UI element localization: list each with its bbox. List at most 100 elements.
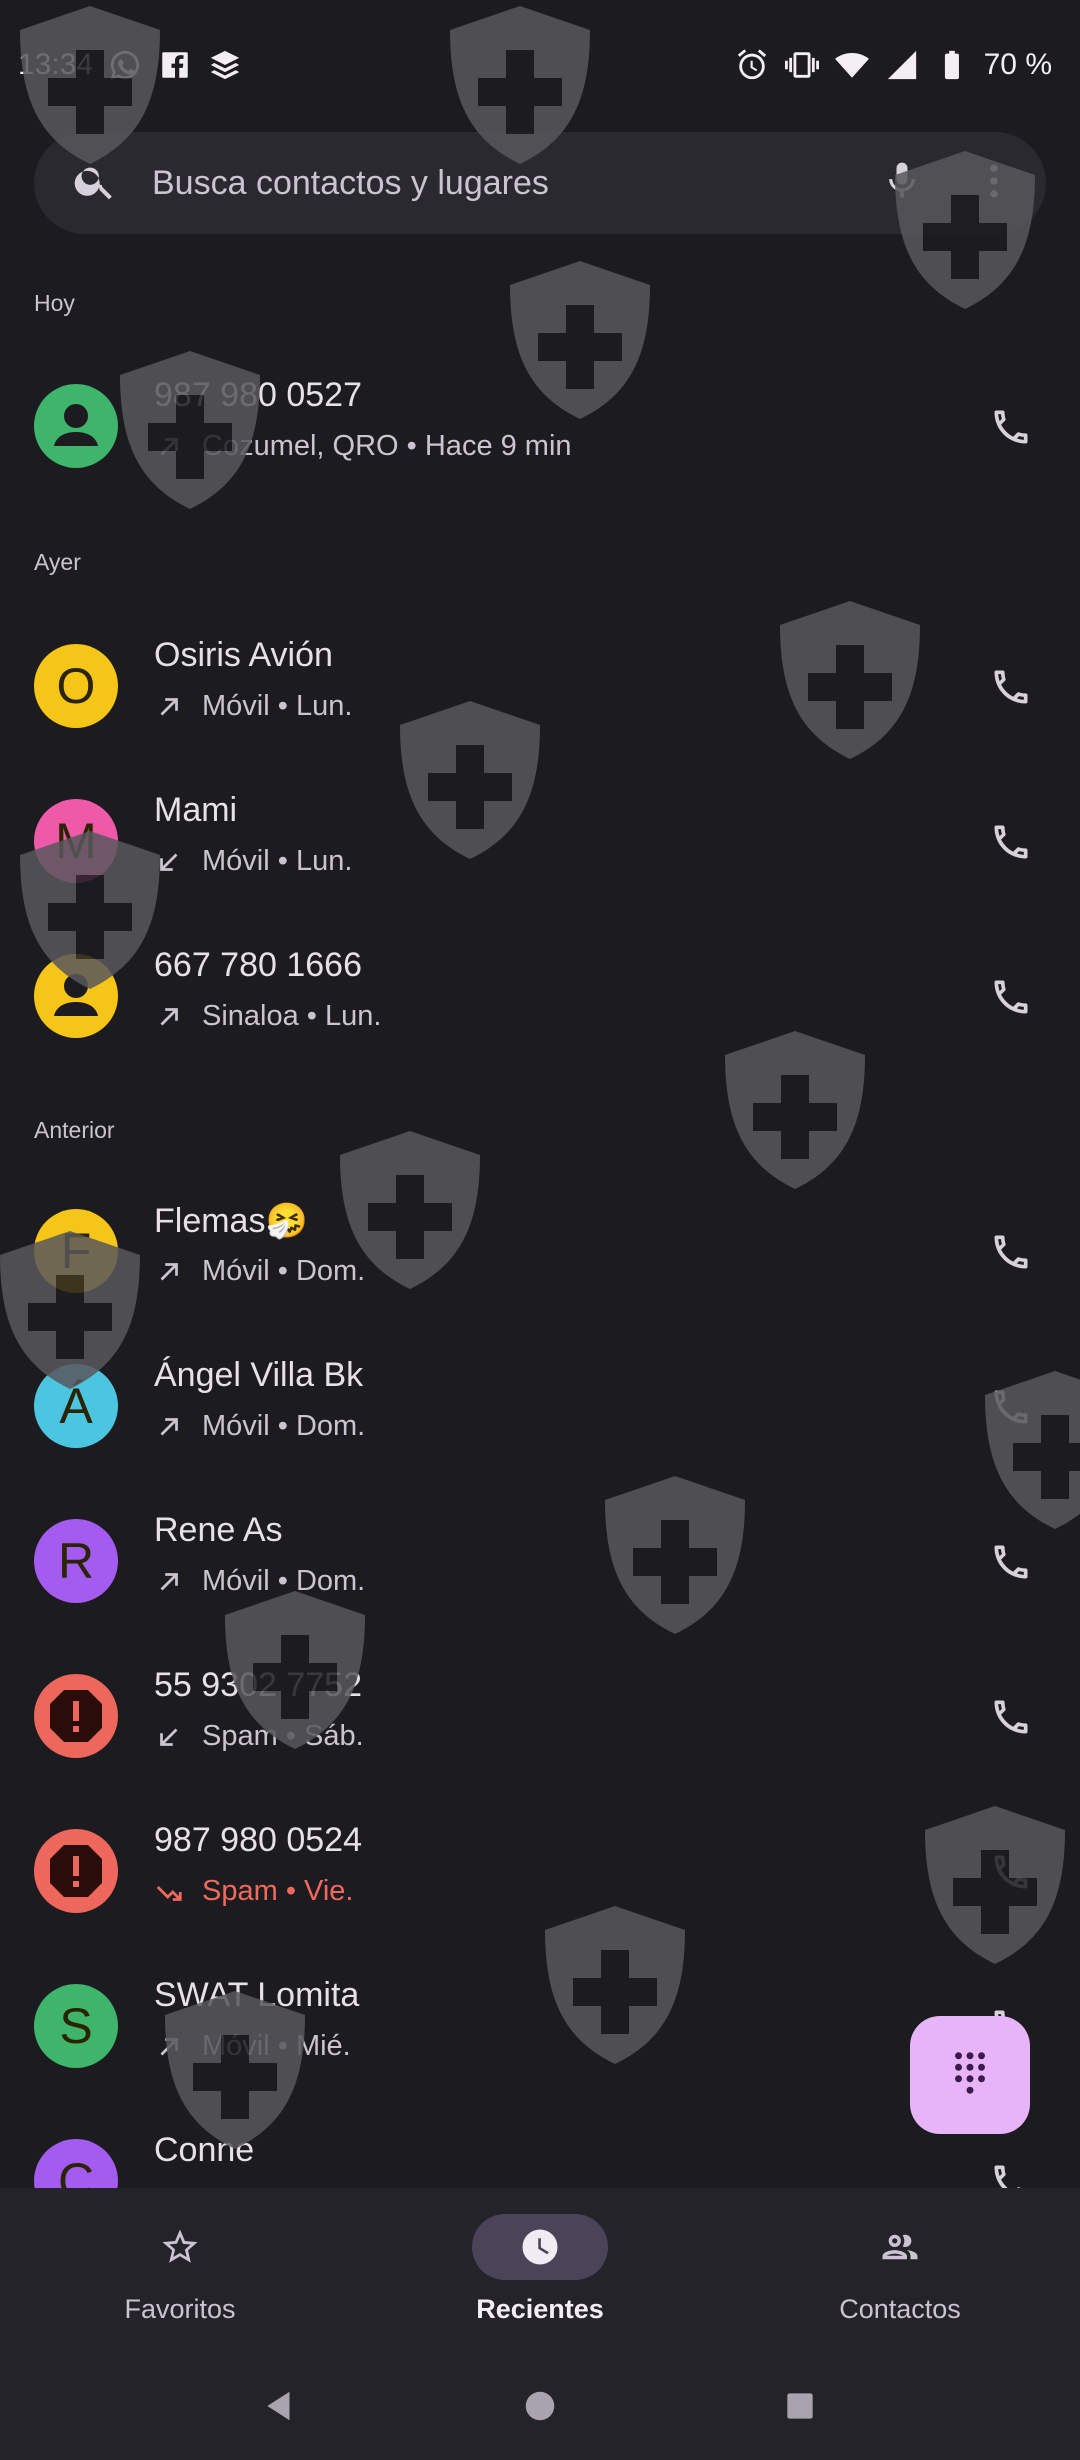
nav-contacts-label: Contactos: [839, 2294, 961, 2324]
system-navigation: [0, 2356, 1080, 2460]
signal-icon: [884, 47, 920, 83]
incoming-call-icon: [154, 847, 184, 877]
caller-name: Ángel Villa Bk: [154, 1356, 364, 1394]
contact-avatar[interactable]: Á: [34, 1364, 118, 1448]
call-detail-text: Spam • Sáb.: [202, 1720, 364, 1752]
phone-call-icon[interactable]: [976, 1682, 1046, 1752]
call-log-row[interactable]: Á Ángel Villa Bk Móvil • Dom.: [0, 1330, 1080, 1485]
call-log-row[interactable]: 667 780 1666 Sinaloa • Lun.: [0, 920, 1080, 1075]
call-details: Móvil • Dom.: [154, 1410, 365, 1443]
call-details: Móvil • Dom.: [154, 1255, 365, 1288]
section-header-earlier: Anterior: [34, 1117, 115, 1143]
search-bar[interactable]: [34, 132, 1046, 234]
outgoing-call-icon: [154, 1002, 184, 1032]
section-header-today: Hoy: [34, 290, 75, 316]
people-icon: [832, 2214, 968, 2280]
call-detail-text: Móvil • Lun.: [202, 690, 353, 722]
call-log-row[interactable]: M Mami Móvil • Lun.: [0, 765, 1080, 920]
battery-level: 70 %: [983, 48, 1052, 81]
search-input[interactable]: [152, 163, 880, 203]
status-time: 13:34: [18, 48, 94, 81]
caller-name: 987 980 0527: [154, 376, 362, 414]
caller-name: 667 780 1666: [154, 946, 362, 984]
outgoing-call-icon: [154, 692, 184, 722]
phone-call-icon[interactable]: [976, 1837, 1046, 1907]
call-log-row[interactable]: 987 980 0524 Spam • Vie.: [0, 1795, 1080, 1950]
dialpad-icon: [947, 2050, 993, 2101]
caller-name: SWAT Lomita: [154, 1976, 360, 2014]
spam-alert-icon[interactable]: [34, 1674, 118, 1758]
phone-call-icon[interactable]: [976, 1217, 1046, 1287]
nav-contacts[interactable]: Contactos: [720, 2188, 1080, 2356]
call-details: Móvil • Lun.: [154, 845, 352, 878]
nav-recents-label: Recientes: [476, 2294, 604, 2324]
caller-name: 55 9302 7752: [154, 1666, 362, 1704]
call-detail-text: Móvil • Dom.: [202, 1565, 366, 1597]
call-detail-text: Spam • Vie.: [202, 1875, 354, 1907]
call-log-row[interactable]: 987 980 0527 Cozumel, QRO • Hace 9 min: [0, 350, 1080, 505]
phone-call-icon[interactable]: [976, 652, 1046, 722]
alarm-icon: [734, 47, 770, 83]
outgoing-call-icon: [154, 1567, 184, 1597]
call-details: Cozumel, QRO • Hace 9 min: [154, 430, 572, 463]
bottom-navigation: Favoritos Recientes Contactos: [0, 2188, 1080, 2356]
dialpad-fab[interactable]: [910, 2016, 1030, 2134]
call-details: Spam • Vie.: [154, 1875, 353, 1908]
buffer-icon: [207, 47, 243, 83]
contact-avatar[interactable]: O: [34, 644, 118, 728]
home-icon[interactable]: [521, 2387, 559, 2430]
call-details: Móvil • Dom.: [154, 1565, 365, 1598]
call-detail-text: Móvil • Lun.: [202, 845, 353, 877]
phone-call-icon[interactable]: [976, 392, 1046, 462]
nav-favorites[interactable]: Favoritos: [0, 2188, 360, 2356]
call-detail-text: Móvil • Dom.: [202, 1255, 366, 1287]
outgoing-call-icon: [154, 1412, 184, 1442]
status-right: 70 %: [734, 47, 1052, 83]
call-details: Móvil • Mié.: [154, 2030, 351, 2063]
whatsapp-icon: [107, 47, 143, 83]
call-details: Spam • Sáb.: [154, 1720, 364, 1753]
contact-avatar[interactable]: M: [34, 799, 118, 883]
facebook-icon: [157, 47, 193, 83]
contact-avatar[interactable]: R: [34, 1519, 118, 1603]
nav-recents[interactable]: Recientes: [360, 2188, 720, 2356]
phone-call-icon[interactable]: [976, 1372, 1046, 1442]
caller-name: Rene As: [154, 1511, 283, 1549]
call-detail-text: Cozumel, QRO • Hace 9 min: [202, 430, 572, 462]
section-header-yesterday: Ayer: [34, 549, 81, 575]
call-log-row[interactable]: O Osiris Avión Móvil • Lun.: [0, 610, 1080, 765]
missed-call-icon: [154, 1877, 184, 1907]
call-details: Sinaloa • Lun.: [154, 1000, 381, 1033]
battery-icon: [934, 47, 970, 83]
recents-apps-icon[interactable]: [781, 2387, 819, 2430]
back-icon[interactable]: [261, 2387, 299, 2430]
person-avatar-icon[interactable]: [34, 384, 118, 468]
incoming-call-icon: [154, 1722, 184, 1752]
call-details: Móvil • Lun.: [154, 690, 352, 723]
phone-call-icon[interactable]: [976, 807, 1046, 877]
call-log-row[interactable]: 55 9302 7752 Spam • Sáb.: [0, 1640, 1080, 1795]
caller-name: 987 980 0524: [154, 1821, 362, 1859]
person-avatar-icon[interactable]: [34, 954, 118, 1038]
call-log-row[interactable]: R Rene As Móvil • Dom.: [0, 1485, 1080, 1640]
nav-favorites-label: Favoritos: [124, 2294, 236, 2324]
clock-icon: [472, 2214, 608, 2280]
call-log-row[interactable]: F Flemas🤧 Móvil • Dom.: [0, 1175, 1080, 1330]
contact-avatar[interactable]: F: [34, 1209, 118, 1293]
search-icon[interactable]: [72, 158, 118, 209]
phone-call-icon[interactable]: [976, 962, 1046, 1032]
contact-avatar[interactable]: S: [34, 1984, 118, 2068]
status-bar: 13:34 70 %: [0, 0, 1080, 130]
caller-name: Flemas🤧: [154, 1202, 308, 1240]
wifi-icon: [834, 47, 870, 83]
more-vert-icon[interactable]: [972, 159, 1016, 208]
caller-name: Mami: [154, 791, 238, 829]
spam-alert-icon[interactable]: [34, 1829, 118, 1913]
call-detail-text: Sinaloa • Lun.: [202, 1000, 382, 1032]
status-left: 13:34: [18, 47, 243, 83]
outgoing-call-icon: [154, 2032, 184, 2062]
call-detail-text: Móvil • Dom.: [202, 1410, 366, 1442]
caller-name: Conne: [154, 2131, 255, 2169]
phone-call-icon[interactable]: [976, 1527, 1046, 1597]
mic-icon[interactable]: [880, 159, 924, 208]
